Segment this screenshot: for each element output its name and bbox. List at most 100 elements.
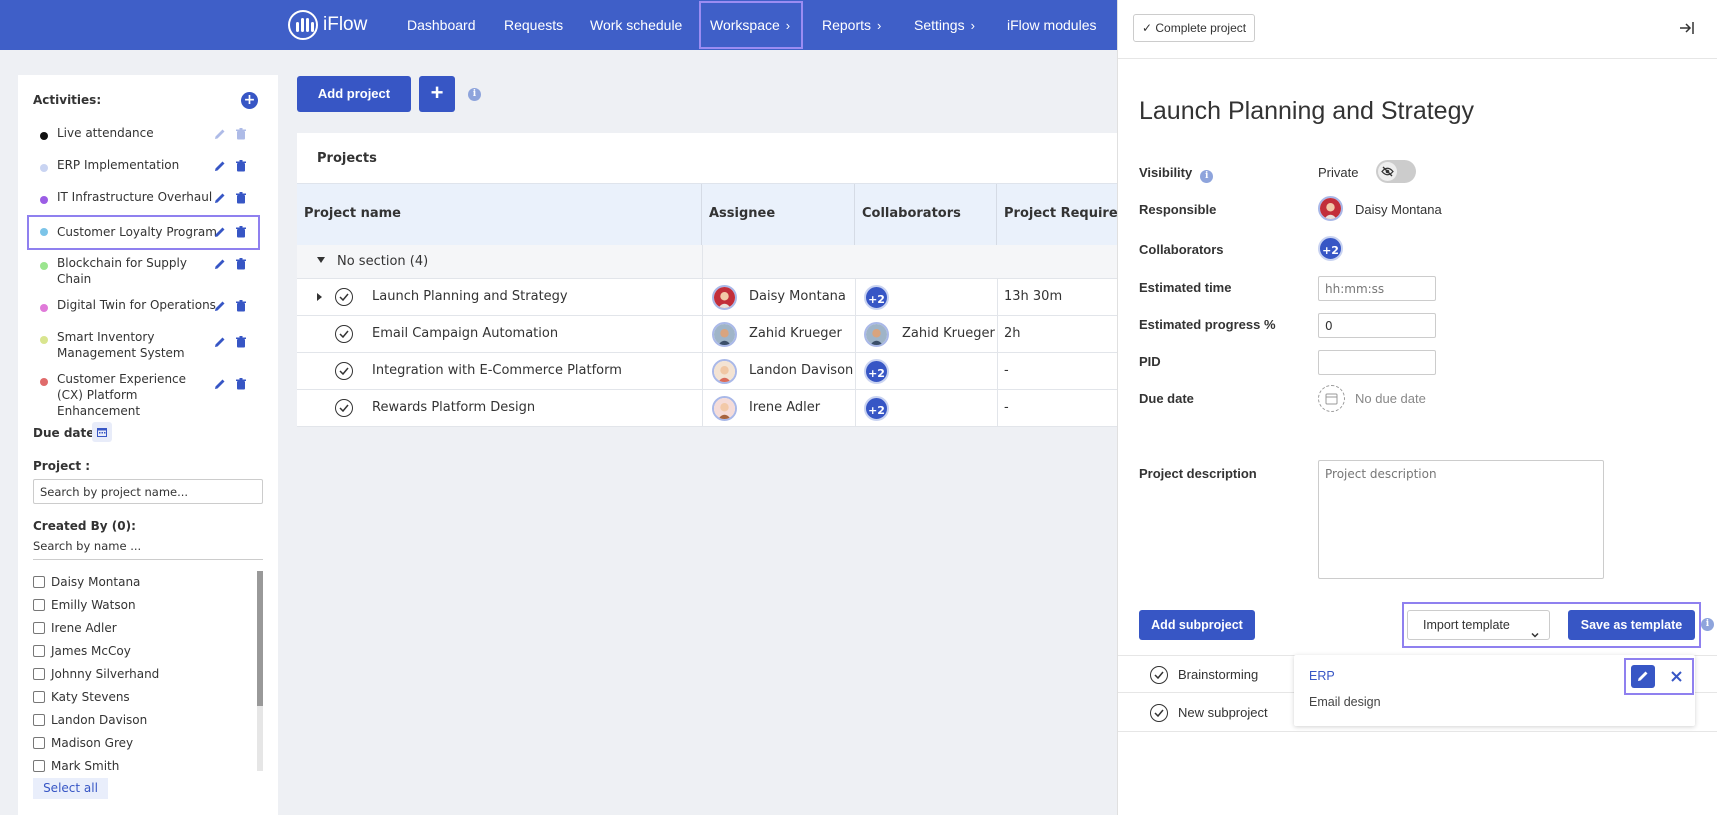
trash-icon[interactable]: [235, 192, 247, 204]
checkbox[interactable]: [33, 714, 45, 726]
activity-item-selected[interactable]: Customer Loyalty Program: [27, 215, 260, 250]
activity-item[interactable]: Live attendance: [30, 123, 260, 147]
nav-requests[interactable]: Requests: [504, 0, 563, 50]
project-title[interactable]: Launch Planning and Strategy: [1139, 97, 1474, 126]
trash-icon[interactable]: [235, 226, 247, 238]
info-icon[interactable]: i: [1701, 618, 1714, 631]
template-option-email-design[interactable]: Email design: [1309, 695, 1381, 709]
user-checkbox-row[interactable]: Emilly Watson: [33, 598, 136, 612]
nav-reports[interactable]: Reports ›: [822, 0, 881, 50]
info-icon[interactable]: i: [1200, 170, 1214, 183]
collaborators-badge[interactable]: +2: [864, 285, 889, 310]
add-project-button[interactable]: Add project: [297, 76, 411, 112]
creator-search-input[interactable]: Search by name ...: [33, 536, 263, 560]
calendar-button[interactable]: [92, 422, 112, 442]
caret-down-icon[interactable]: [317, 257, 325, 263]
table-row[interactable]: Launch Planning and Strategy Daisy Monta…: [297, 279, 1117, 316]
trash-icon[interactable]: [235, 128, 247, 140]
select-all-button[interactable]: Select all: [33, 778, 108, 799]
checkbox[interactable]: [33, 576, 45, 588]
complete-project-button[interactable]: ✓ Complete project: [1133, 14, 1256, 42]
pencil-icon[interactable]: [214, 300, 226, 312]
description-textarea[interactable]: [1318, 460, 1604, 579]
check-circle-icon[interactable]: [335, 325, 353, 343]
check-circle-icon[interactable]: [1150, 704, 1168, 722]
trash-icon[interactable]: [235, 300, 247, 312]
user-checkbox-row[interactable]: Katy Stevens: [33, 690, 130, 704]
collaborators-badge[interactable]: +2: [864, 359, 889, 384]
nav-iflow-modules[interactable]: iFlow modules: [1007, 0, 1096, 50]
nav-settings[interactable]: Settings ›: [914, 0, 975, 50]
checkbox[interactable]: [33, 668, 45, 680]
pencil-icon[interactable]: [214, 226, 226, 238]
checkbox[interactable]: [33, 737, 45, 749]
trash-icon[interactable]: [235, 258, 247, 270]
check-circle-icon[interactable]: [335, 399, 353, 417]
activity-item[interactable]: Smart Inventory Management System: [30, 327, 260, 361]
activity-item[interactable]: Digital Twin for Operations: [30, 295, 260, 319]
project-name[interactable]: Rewards Platform Design: [372, 390, 535, 427]
collapse-panel-icon[interactable]: [1679, 20, 1695, 36]
add-icon-button[interactable]: +: [419, 76, 455, 112]
check-circle-icon[interactable]: [1150, 666, 1168, 684]
trash-icon[interactable]: [235, 336, 247, 348]
nav-dashboard[interactable]: Dashboard: [407, 0, 476, 50]
pencil-icon[interactable]: [214, 378, 226, 390]
add-activity-button[interactable]: +: [241, 92, 258, 109]
checkbox[interactable]: [33, 645, 45, 657]
due-date-value[interactable]: No due date: [1355, 391, 1426, 406]
checkbox[interactable]: [33, 599, 45, 611]
trash-icon[interactable]: [235, 160, 247, 172]
project-search-input[interactable]: [33, 479, 263, 504]
table-row[interactable]: Integration with E-Commerce Platform Lan…: [297, 353, 1117, 390]
user-checkbox-row[interactable]: Irene Adler: [33, 621, 117, 635]
import-template-select[interactable]: Import template: [1407, 610, 1550, 640]
pencil-icon[interactable]: [214, 336, 226, 348]
estimated-time-input[interactable]: [1318, 276, 1436, 301]
col-project-name[interactable]: Project name: [297, 184, 702, 246]
info-icon[interactable]: i: [468, 88, 481, 101]
col-assignee[interactable]: Assignee: [702, 184, 855, 246]
pid-input[interactable]: [1318, 350, 1436, 375]
caret-right-icon[interactable]: [317, 293, 322, 301]
pencil-icon[interactable]: [214, 160, 226, 172]
user-checkbox-row[interactable]: Daisy Montana: [33, 575, 140, 589]
subproject-name[interactable]: Brainstorming: [1178, 656, 1258, 694]
collaborators-badge[interactable]: +2: [864, 396, 889, 421]
activity-item[interactable]: Blockchain for Supply Chain: [30, 253, 260, 287]
due-date-picker[interactable]: [1318, 385, 1345, 412]
checkbox[interactable]: [33, 760, 45, 772]
user-checkbox-row[interactable]: Landon Davison: [33, 713, 147, 727]
section-row[interactable]: No section (4): [297, 245, 1117, 279]
user-checkbox-row[interactable]: Johnny Silverhand: [33, 667, 159, 681]
subproject-name[interactable]: New subproject: [1178, 694, 1268, 732]
col-collaborators[interactable]: Collaborators: [855, 184, 997, 246]
delete-template-button[interactable]: [1664, 665, 1688, 688]
user-checkbox-row[interactable]: Madison Grey: [33, 736, 133, 750]
visibility-toggle[interactable]: [1376, 160, 1416, 183]
table-row[interactable]: Email Campaign Automation Zahid Krueger …: [297, 316, 1117, 353]
project-name[interactable]: Launch Planning and Strategy: [372, 279, 568, 316]
scrollbar-thumb[interactable]: [257, 571, 263, 706]
collaborators-badge[interactable]: +2: [1318, 236, 1343, 261]
check-circle-icon[interactable]: [335, 288, 353, 306]
project-name[interactable]: Email Campaign Automation: [372, 316, 558, 353]
save-as-template-button[interactable]: Save as template: [1568, 610, 1695, 640]
app-logo[interactable]: iFlow: [288, 10, 367, 40]
activity-item[interactable]: Customer Experience (CX) Platform Enhanc…: [30, 369, 260, 418]
template-option-erp[interactable]: ERP: [1309, 669, 1335, 683]
nav-work-schedule[interactable]: Work schedule: [590, 0, 682, 50]
pencil-icon[interactable]: [214, 128, 226, 140]
pencil-icon[interactable]: [214, 192, 226, 204]
activity-item[interactable]: ERP Implementation: [30, 155, 260, 179]
user-checkbox-row[interactable]: Mark Smith: [33, 759, 119, 773]
nav-workspace[interactable]: Workspace ›: [698, 0, 804, 50]
estimated-progress-input[interactable]: [1318, 313, 1436, 338]
checkbox[interactable]: [33, 622, 45, 634]
checkbox[interactable]: [33, 691, 45, 703]
add-subproject-button[interactable]: Add subproject: [1139, 610, 1255, 640]
project-name[interactable]: Integration with E-Commerce Platform: [372, 353, 622, 390]
pencil-icon[interactable]: [214, 258, 226, 270]
activity-item[interactable]: IT Infrastructure Overhaul: [30, 187, 260, 211]
col-project-required[interactable]: Project Required: [997, 184, 1117, 246]
